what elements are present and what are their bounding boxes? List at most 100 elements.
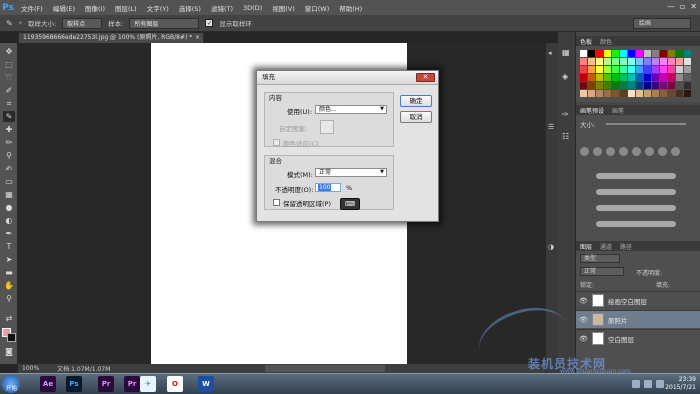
layer-row-selected[interactable]: 👁 原照片	[576, 310, 700, 328]
color-swatch[interactable]	[652, 58, 659, 65]
color-swatch[interactable]	[620, 90, 627, 97]
eye-icon[interactable]: 👁	[579, 297, 588, 305]
color-swatch[interactable]	[644, 90, 651, 97]
taskbar-app-icon[interactable]: O	[167, 376, 183, 392]
color-swatch[interactable]	[636, 74, 643, 81]
minimize-button[interactable]: —	[667, 2, 675, 11]
sample-select[interactable]: 所有图层	[129, 17, 200, 29]
color-panel-icon[interactable]: ▦	[562, 48, 570, 57]
color-swatch[interactable]	[676, 90, 683, 97]
close-tab-icon[interactable]: ×	[195, 33, 200, 43]
eye-icon[interactable]: 👁	[579, 335, 588, 343]
tab-brush-presets[interactable]: 画笔预设	[580, 106, 604, 115]
brush-tip[interactable]	[671, 147, 680, 156]
blur-tool-icon[interactable]: ●	[3, 202, 15, 213]
color-swatch[interactable]	[660, 66, 667, 73]
menu-layer[interactable]: 图层(L)	[110, 3, 142, 13]
color-swatch[interactable]	[604, 90, 611, 97]
color-swatch[interactable]	[628, 82, 635, 89]
preserve-transparency-checkbox[interactable]	[273, 199, 280, 206]
color-swatch[interactable]	[684, 74, 691, 81]
color-swatch[interactable]	[580, 58, 587, 65]
tab-brush[interactable]: 画笔	[612, 106, 624, 115]
network-icon[interactable]	[632, 380, 640, 388]
workspace-select[interactable]: 绘画	[633, 18, 691, 29]
brush-tip[interactable]	[632, 147, 641, 156]
tab-layers[interactable]: 图层	[580, 242, 592, 251]
color-swatch[interactable]	[596, 74, 603, 81]
brush-stroke-preview[interactable]	[596, 205, 676, 211]
color-swatch[interactable]	[684, 66, 691, 73]
styles-panel-icon[interactable]: ◈	[562, 72, 568, 81]
color-swatch[interactable]	[588, 50, 595, 57]
crop-tool-icon[interactable]: ⌗	[3, 98, 15, 109]
color-swatch[interactable]	[660, 82, 667, 89]
color-swatch[interactable]	[596, 58, 603, 65]
color-swatch[interactable]	[668, 90, 675, 97]
eyedropper-icon[interactable]: ✎	[6, 19, 13, 28]
dialog-close-button[interactable]: ✕	[416, 73, 435, 82]
color-swatch[interactable]	[644, 82, 651, 89]
brush-size-slider[interactable]	[606, 123, 686, 125]
color-swatch[interactable]	[676, 74, 683, 81]
color-swatch[interactable]	[684, 82, 691, 89]
color-swatch[interactable]	[644, 66, 651, 73]
color-swatch[interactable]	[628, 74, 635, 81]
taskbar-app-icon[interactable]: Ae	[40, 376, 56, 392]
color-swatch[interactable]	[644, 50, 651, 57]
color-swatch[interactable]	[652, 66, 659, 73]
color-swatch[interactable]	[612, 58, 619, 65]
brush-stroke-preview[interactable]	[596, 189, 676, 195]
color-swatch[interactable]	[660, 58, 667, 65]
hand-tool-icon[interactable]: ✋	[3, 280, 15, 291]
healing-brush-tool-icon[interactable]: ✚	[3, 124, 15, 135]
color-swatch[interactable]	[628, 66, 635, 73]
taskbar-app-icon[interactable]: ✈	[140, 376, 156, 392]
layer-row[interactable]: 👁 绘画空白图层	[576, 291, 700, 309]
color-adaptation-checkbox[interactable]	[273, 139, 280, 146]
document-tab[interactable]: 11935968666ede22753l.jpg @ 100% (原照片, RG…	[18, 32, 204, 43]
color-swatch[interactable]	[620, 66, 627, 73]
brush-tip[interactable]	[593, 147, 602, 156]
quick-mask-icon[interactable]: ◙	[3, 346, 15, 357]
path-select-tool-icon[interactable]: ➤	[3, 254, 15, 265]
eyedropper-tool-icon[interactable]: ✎	[3, 111, 15, 122]
keyboard-icon[interactable]: ⌨	[340, 198, 360, 210]
lasso-tool-icon[interactable]: ➰	[3, 72, 15, 83]
color-swatch[interactable]	[620, 58, 627, 65]
background-color-swatch[interactable]	[7, 333, 16, 342]
color-swatch[interactable]	[668, 66, 675, 73]
color-swatch[interactable]	[636, 90, 643, 97]
color-swatch[interactable]	[580, 74, 587, 81]
color-swatch[interactable]	[588, 58, 595, 65]
color-swatch[interactable]	[636, 58, 643, 65]
color-swatch[interactable]	[620, 50, 627, 57]
color-swatch[interactable]	[580, 82, 587, 89]
color-swatch[interactable]	[580, 66, 587, 73]
color-swatch[interactable]	[652, 74, 659, 81]
layer-kind-filter[interactable]: 类型	[580, 254, 620, 263]
menu-filter[interactable]: 滤镜(T)	[206, 3, 238, 13]
layer-row[interactable]: 👁 空白图层	[576, 329, 700, 347]
color-swatch[interactable]	[604, 74, 611, 81]
color-swatch[interactable]	[620, 74, 627, 81]
brush-stroke-preview[interactable]	[596, 173, 676, 179]
volume-icon[interactable]	[644, 380, 652, 388]
opacity-input[interactable]: 100	[315, 183, 341, 192]
swap-colors-icon[interactable]: ⇄	[3, 313, 15, 324]
color-swatch[interactable]	[612, 74, 619, 81]
taskbar-app-icon[interactable]: Ps	[66, 376, 82, 392]
color-swatch[interactable]	[676, 66, 683, 73]
color-swatch[interactable]	[668, 58, 675, 65]
color-swatch[interactable]	[620, 82, 627, 89]
color-swatch[interactable]	[644, 74, 651, 81]
color-swatch[interactable]	[660, 90, 667, 97]
color-swatch[interactable]	[628, 50, 635, 57]
brush-panel-icon[interactable]: ✑	[562, 110, 569, 119]
color-swatch[interactable]	[676, 50, 683, 57]
color-swatch[interactable]	[612, 66, 619, 73]
clone-stamp-tool-icon[interactable]: ⚲	[3, 150, 15, 161]
blend-mode-select[interactable]: 正常	[580, 267, 624, 276]
color-swatch[interactable]	[596, 66, 603, 73]
close-window-button[interactable]: ✕	[690, 2, 697, 11]
